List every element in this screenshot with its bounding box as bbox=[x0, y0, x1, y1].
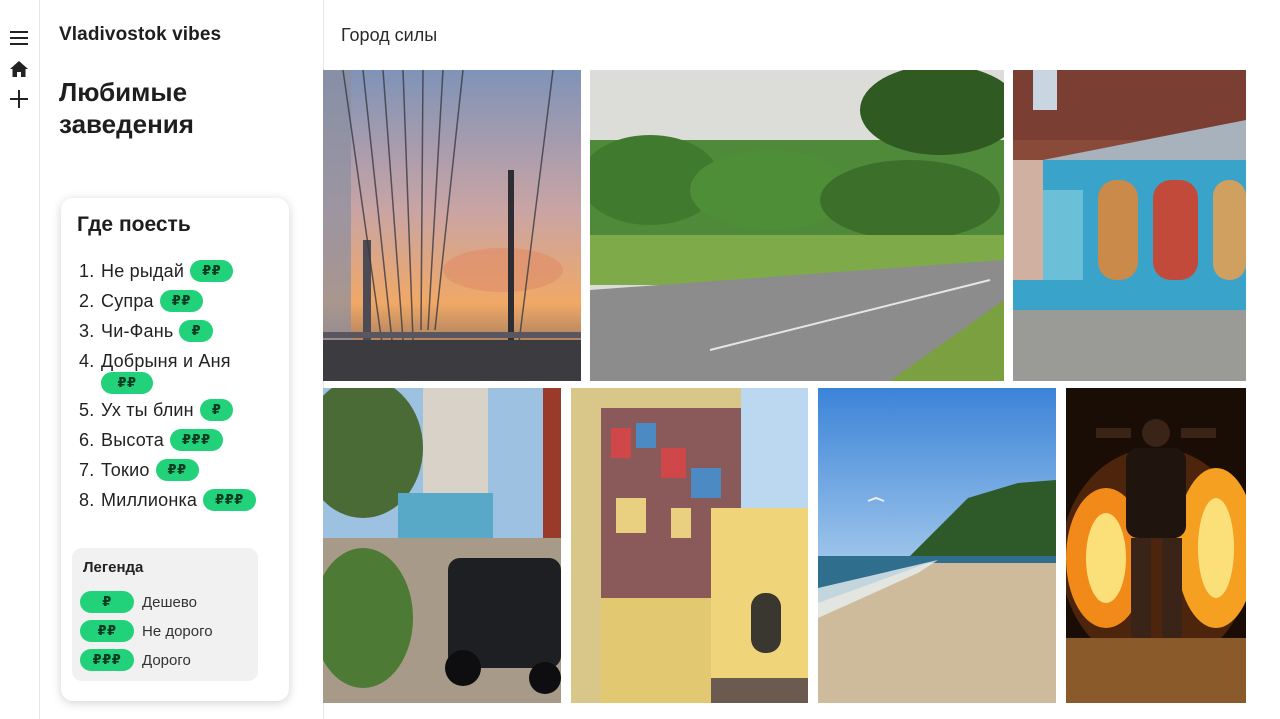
legend-row: ₽ Дешево bbox=[80, 591, 197, 613]
restaurant-name: Токио bbox=[101, 460, 150, 480]
price-badge: ₽ bbox=[199, 399, 234, 421]
photo-bridge-sunset[interactable] bbox=[323, 70, 581, 381]
list-item[interactable]: 2. Супра ₽₽ bbox=[79, 286, 284, 316]
menu-icon[interactable] bbox=[8, 27, 30, 49]
photo-mural-building[interactable] bbox=[1013, 70, 1246, 381]
restaurant-name: Супра bbox=[101, 291, 154, 311]
list-item[interactable]: 8. Миллионка ₽₽₽ bbox=[79, 485, 284, 515]
price-badge: ₽₽ bbox=[159, 290, 203, 312]
price-badge: ₽₽₽ bbox=[80, 649, 134, 671]
price-badge: ₽₽ bbox=[80, 620, 134, 642]
legend-row: ₽₽₽ Дорого bbox=[80, 649, 191, 671]
legend-row: ₽₽ Не дорого bbox=[80, 620, 213, 642]
restaurant-name: Добрыня и Аня bbox=[101, 351, 231, 371]
restaurant-list: 1. Не рыдай ₽₽ 2. Супра ₽₽ 3. Чи-Фань ₽ 4. Добр… bbox=[79, 256, 284, 515]
restaurant-name: Не рыдай bbox=[101, 261, 185, 281]
restaurant-name: Высота bbox=[101, 430, 165, 450]
icon-rail bbox=[0, 0, 40, 719]
legend: Легенда ₽ Дешево ₽₽ Не дорого ₽₽₽ Дорого bbox=[72, 548, 258, 681]
price-badge: ₽₽₽ bbox=[203, 489, 256, 511]
plus-icon[interactable] bbox=[8, 88, 30, 110]
photo-beach[interactable] bbox=[818, 388, 1056, 703]
price-badge: ₽₽ bbox=[155, 459, 199, 481]
list-item[interactable]: 3. Чи-Фань ₽ bbox=[79, 316, 284, 346]
restaurant-name: Чи-Фань bbox=[101, 321, 174, 341]
list-item[interactable]: 7. Токио ₽₽ bbox=[79, 455, 284, 485]
home-icon[interactable] bbox=[8, 58, 30, 80]
section-title: Любимые заведения bbox=[59, 77, 194, 139]
food-card: Где поесть 1. Не рыдай ₽₽ 2. Супра ₽₽ 3. Чи-Ф… bbox=[61, 198, 289, 701]
legend-title: Легенда bbox=[83, 559, 144, 576]
photo-street-car[interactable] bbox=[323, 388, 561, 703]
page-title: Город силы bbox=[341, 25, 438, 45]
restaurant-name: Ух ты блин bbox=[101, 400, 194, 420]
legend-label: Не дорого bbox=[142, 622, 213, 640]
price-badge: ₽ bbox=[179, 320, 214, 342]
photo-painted-facade[interactable] bbox=[571, 388, 808, 703]
photo-bonfire[interactable] bbox=[1066, 388, 1246, 703]
price-badge: ₽₽ bbox=[190, 260, 234, 282]
card-title: Где поесть bbox=[77, 213, 191, 236]
sidebar: Vladivostok vibes Любимые заведения Где … bbox=[40, 0, 324, 719]
site-title[interactable]: Vladivostok vibes bbox=[59, 24, 221, 46]
list-item[interactable]: 5. Ух ты блин ₽ bbox=[79, 395, 284, 425]
legend-label: Дорого bbox=[142, 651, 191, 669]
photo-park-road[interactable] bbox=[590, 70, 1004, 381]
list-item[interactable]: 4. Добрыня и Аня ₽₽ bbox=[79, 349, 284, 394]
restaurant-name: Миллионка bbox=[101, 490, 198, 510]
price-badge: ₽ bbox=[80, 591, 134, 613]
price-badge: ₽₽ bbox=[101, 372, 153, 394]
list-item[interactable]: 1. Не рыдай ₽₽ bbox=[79, 256, 284, 286]
legend-label: Дешево bbox=[142, 593, 198, 611]
price-badge: ₽₽₽ bbox=[170, 429, 223, 451]
list-item[interactable]: 6. Высота ₽₽₽ bbox=[79, 425, 284, 455]
